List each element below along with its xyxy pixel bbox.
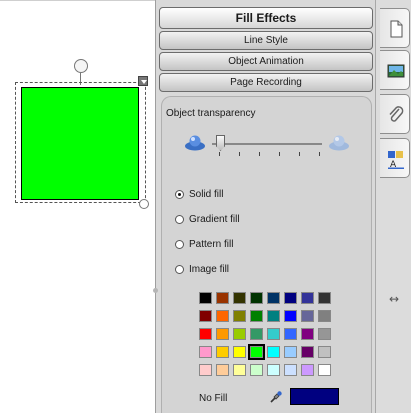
color-swatch[interactable] (199, 346, 212, 358)
color-swatch[interactable] (216, 310, 229, 322)
transparency-slider-track[interactable] (212, 143, 322, 145)
color-swatch[interactable] (199, 310, 212, 322)
properties-panel: Fill Effects Line Style Object Animation… (153, 0, 375, 413)
color-swatch[interactable] (248, 344, 265, 360)
sidebar-tab-strip: A (375, 0, 411, 413)
color-swatch[interactable] (250, 364, 263, 376)
resize-handle[interactable] (139, 199, 149, 209)
slider-tick (219, 152, 220, 156)
whiteboard-canvas[interactable] (0, 0, 155, 413)
solid-fill-radio[interactable] (175, 189, 184, 199)
slider-tick (319, 152, 320, 156)
transparent-sphere-icon (329, 135, 349, 151)
page-sorter-icon (390, 20, 403, 38)
slider-tick (259, 152, 260, 156)
image-fill-option[interactable]: Image fill (175, 263, 229, 275)
slider-tick (239, 152, 240, 156)
expand-panel-arrow-icon[interactable]: ↔ (389, 293, 399, 305)
line-style-header[interactable]: Line Style (159, 31, 373, 50)
tab-page-sorter[interactable] (380, 8, 410, 48)
pattern-fill-option[interactable]: Pattern fill (175, 238, 233, 250)
green-rectangle-shape[interactable] (21, 87, 139, 200)
color-swatch[interactable] (267, 310, 280, 322)
gradient-fill-radio[interactable] (175, 214, 184, 224)
color-swatch[interactable] (216, 292, 229, 304)
color-swatch[interactable] (301, 310, 314, 322)
color-swatch[interactable] (216, 364, 229, 376)
slider-tick (299, 152, 300, 156)
color-swatch[interactable] (301, 328, 314, 340)
object-animation-header[interactable]: Object Animation (159, 52, 373, 71)
gallery-icon (387, 64, 405, 78)
color-swatch[interactable] (233, 346, 246, 358)
slider-tick (279, 152, 280, 156)
gradient-fill-label: Gradient fill (189, 213, 240, 225)
color-swatch[interactable] (233, 364, 246, 376)
color-swatch[interactable] (267, 346, 280, 358)
object-menu-button[interactable] (138, 76, 148, 86)
color-swatch[interactable] (233, 328, 246, 340)
color-swatch[interactable] (250, 328, 263, 340)
color-swatch[interactable] (233, 292, 246, 304)
color-swatch[interactable] (216, 328, 229, 340)
color-swatch[interactable] (284, 364, 297, 376)
image-fill-label: Image fill (189, 263, 230, 275)
properties-icon: A (388, 151, 404, 169)
gradient-fill-option[interactable]: Gradient fill (175, 213, 240, 225)
attachments-icon (389, 106, 404, 122)
transparency-slider-thumb[interactable] (216, 135, 225, 151)
color-swatch[interactable] (284, 310, 297, 322)
color-swatch[interactable] (284, 292, 297, 304)
solid-fill-label: Solid fill (189, 188, 224, 200)
color-swatch[interactable] (250, 310, 263, 322)
opaque-sphere-icon (185, 135, 205, 151)
rotate-handle[interactable] (74, 59, 88, 73)
panel-resize-grip[interactable] (153, 288, 158, 293)
color-swatch[interactable] (318, 310, 331, 322)
no-fill-label[interactable]: No Fill (199, 393, 227, 404)
color-swatch[interactable] (233, 310, 246, 322)
eyedropper-icon[interactable] (269, 390, 283, 404)
tab-gallery[interactable] (380, 50, 410, 90)
pattern-fill-radio[interactable] (175, 239, 184, 249)
pattern-fill-label: Pattern fill (189, 238, 234, 250)
tab-attachments[interactable] (380, 94, 410, 134)
fill-effects-header[interactable]: Fill Effects (159, 7, 373, 29)
color-swatch[interactable] (284, 346, 297, 358)
color-swatch[interactable] (318, 364, 331, 376)
color-swatch[interactable] (267, 292, 280, 304)
current-color-swatch[interactable] (290, 388, 339, 405)
color-swatch[interactable] (318, 346, 331, 358)
color-swatch[interactable] (267, 364, 280, 376)
tab-properties[interactable]: A (380, 138, 410, 178)
object-transparency-label: Object transparency (166, 108, 256, 119)
color-swatch[interactable] (216, 346, 229, 358)
image-fill-radio[interactable] (175, 264, 184, 274)
color-swatch[interactable] (250, 292, 263, 304)
fill-effects-content: Object transparency Solid fill Gradient … (161, 96, 372, 413)
color-swatch[interactable] (318, 328, 331, 340)
color-swatch[interactable] (318, 292, 331, 304)
color-swatch[interactable] (301, 292, 314, 304)
color-swatch[interactable] (199, 364, 212, 376)
color-swatch[interactable] (284, 328, 297, 340)
page-recording-header[interactable]: Page Recording (159, 73, 373, 92)
smart-notebook-window: Fill Effects Line Style Object Animation… (0, 0, 411, 413)
color-swatch[interactable] (199, 328, 212, 340)
solid-fill-option[interactable]: Solid fill (175, 188, 223, 200)
color-swatch[interactable] (301, 346, 314, 358)
color-swatch[interactable] (301, 364, 314, 376)
color-swatch[interactable] (267, 328, 280, 340)
color-swatch[interactable] (199, 292, 212, 304)
